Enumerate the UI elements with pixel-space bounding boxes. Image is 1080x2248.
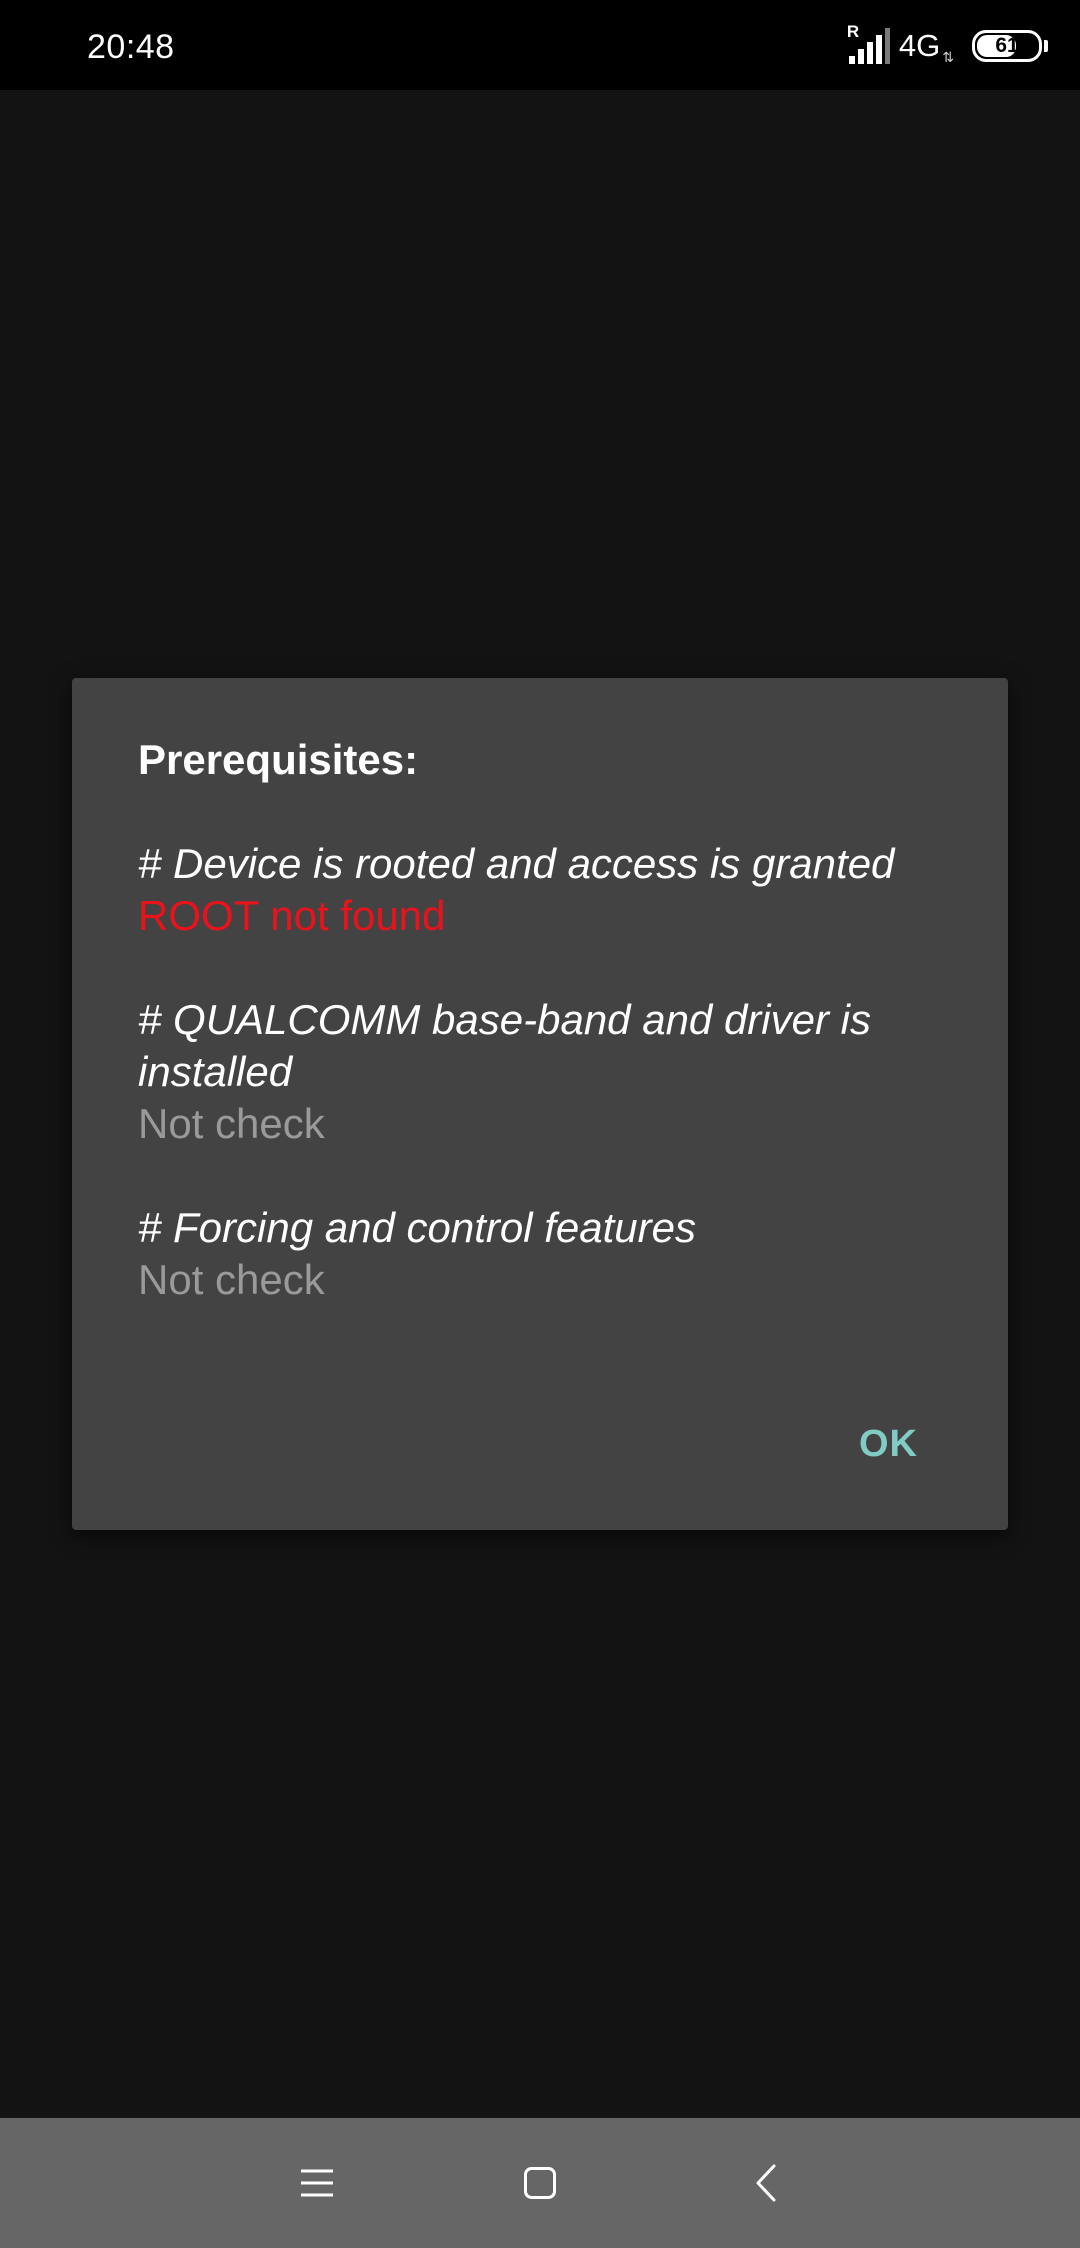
requirement-forcing: # Forcing and control features Not check — [138, 1202, 958, 1306]
data-arrows-icon: ⇅ — [942, 49, 954, 65]
requirement-label: # QUALCOMM base-band and driver is insta… — [138, 996, 871, 1095]
requirement-status: ROOT not found — [138, 892, 446, 939]
ok-button[interactable]: OK — [855, 1417, 922, 1472]
requirement-qualcomm: # QUALCOMM base-band and driver is insta… — [138, 994, 958, 1150]
battery-level: 61 — [995, 34, 1019, 57]
requirement-label: # Device is rooted and access is granted — [138, 840, 895, 887]
prerequisites-dialog: Prerequisites: # Device is rooted and ac… — [72, 678, 1008, 1530]
network-type-label: 4G — [898, 28, 941, 63]
dialog-body: Prerequisites: # Device is rooted and ac… — [138, 734, 958, 1358]
roaming-indicator: R — [846, 22, 860, 41]
menu-icon[interactable] — [287, 2153, 347, 2213]
status-bar: 20:48 R 4G ⇅ 61 — [0, 0, 1080, 90]
requirement-label: # Forcing and control features — [138, 1204, 696, 1251]
home-icon[interactable] — [510, 2153, 570, 2213]
screen: 20:48 R 4G ⇅ 61 Prerequisites: # Device … — [0, 0, 1080, 2248]
status-time: 20:48 — [87, 28, 175, 66]
battery-nub — [1044, 40, 1048, 52]
cellular-signal-icon: R — [847, 22, 891, 66]
status-icons: R 4G ⇅ 61 — [847, 22, 1048, 70]
navigation-bar — [0, 2118, 1080, 2248]
back-icon[interactable] — [736, 2153, 796, 2213]
battery-icon: 61 — [972, 30, 1048, 62]
dialog-title: Prerequisites: — [138, 736, 419, 783]
requirement-status: Not check — [138, 1256, 325, 1303]
requirement-root: # Device is rooted and access is granted… — [138, 838, 958, 942]
requirement-status: Not check — [138, 1100, 325, 1147]
network-type: 4G ⇅ — [899, 28, 954, 64]
